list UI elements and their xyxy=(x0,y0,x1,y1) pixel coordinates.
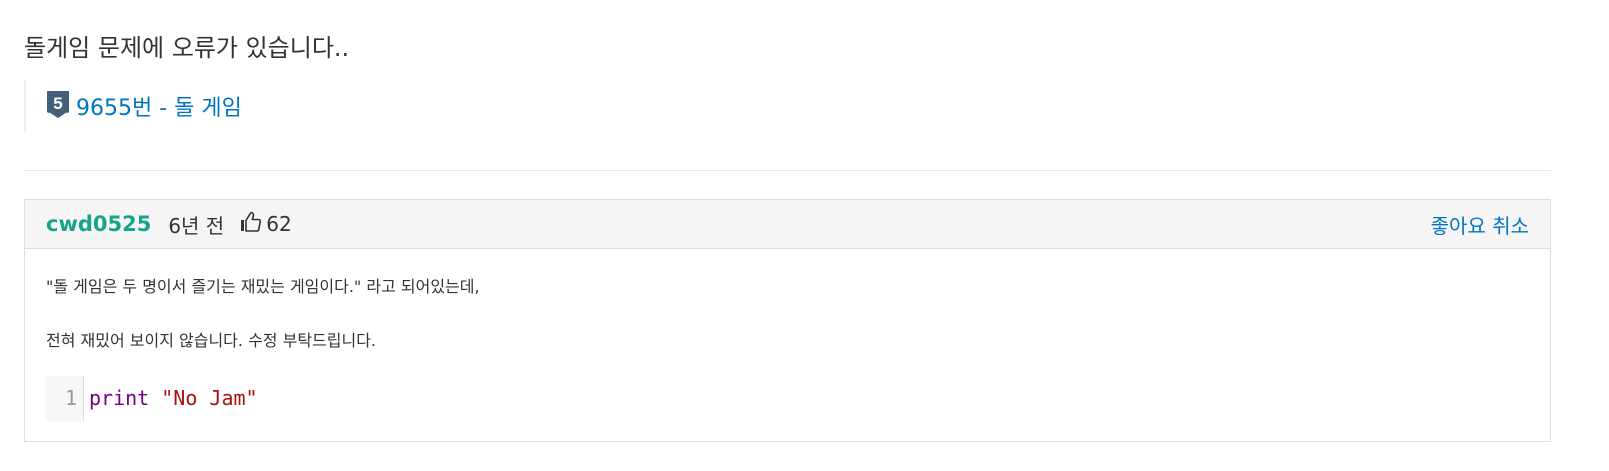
tier-number: 5 xyxy=(53,94,62,113)
timestamp: 6년 전 xyxy=(168,213,225,238)
thumbs-up-icon xyxy=(241,211,262,232)
problem-link[interactable]: 9655번 - 돌 게임 xyxy=(76,90,242,122)
code-keyword: print xyxy=(89,386,150,410)
author-link[interactable]: cwd0525 xyxy=(46,212,151,236)
page-title: 돌게임 문제에 오류가 있습니다.. xyxy=(24,34,350,62)
unlike-button[interactable]: 좋아요 취소 xyxy=(1431,210,1529,239)
comment-body: "돌 게임은 두 명이서 즐기는 재밌는 게임이다." 라고 되어있는데, 전혀… xyxy=(25,249,1550,421)
page: 돌게임 문제에 오류가 있습니다.. 5 9655번 - 돌 게임 cwd052… xyxy=(0,0,1609,471)
line-number: 1 xyxy=(46,376,84,421)
problem-reference: 5 9655번 - 돌 게임 xyxy=(24,80,242,132)
comment-header: cwd0525 6년 전 62 좋아요 취소 xyxy=(25,200,1550,249)
comment-paragraph: 전혀 재밌어 보이지 않습니다. 수정 부탁드립니다. xyxy=(46,331,377,350)
code-line: print "No Jam" xyxy=(84,376,258,421)
comment-paragraph: "돌 게임은 두 명이서 즐기는 재밌는 게임이다." 라고 되어있는데, xyxy=(46,277,480,296)
like-counter: 62 xyxy=(240,211,292,236)
like-count: 62 xyxy=(266,212,292,236)
code-block: 1 print "No Jam" xyxy=(46,376,1529,421)
comment-card: cwd0525 6년 전 62 좋아요 취소 "돌 게임은 두 명이서 즐기는 … xyxy=(24,199,1551,442)
divider xyxy=(24,170,1551,171)
code-string: "No Jam" xyxy=(161,386,258,410)
tier-badge-icon: 5 xyxy=(47,91,69,120)
